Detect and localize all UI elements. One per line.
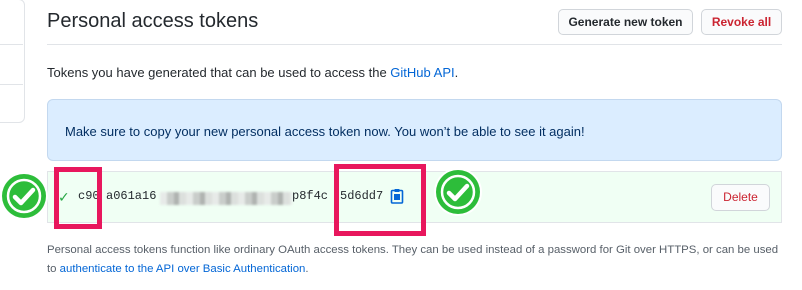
- generate-new-token-button[interactable]: Generate new token: [558, 9, 693, 35]
- check-circle-icon: [0, 170, 50, 227]
- token-partial: a061a16: [106, 189, 157, 203]
- page-title: Personal access tokens: [47, 10, 259, 32]
- header-divider: [47, 44, 782, 45]
- flash-notice: Make sure to copy your new personal acce…: [47, 99, 782, 161]
- delete-token-button[interactable]: Delete: [711, 184, 770, 211]
- footnote-text: Personal access tokens function like ord…: [47, 241, 787, 279]
- intro-label: Tokens you have generated that can be us…: [47, 65, 391, 80]
- intro-suffix: .: [454, 65, 459, 80]
- highlight-box: [54, 167, 102, 229]
- sidebar-divider: [0, 44, 23, 45]
- settings-sidebar: [0, 0, 25, 123]
- flash-message: Make sure to copy your new personal acce…: [65, 124, 585, 139]
- sidebar-divider: [0, 84, 23, 85]
- revoke-all-button[interactable]: Revoke all: [701, 9, 782, 35]
- github-api-link[interactable]: GitHub API: [390, 65, 454, 80]
- basic-auth-link[interactable]: authenticate to the API over Basic Authe…: [60, 263, 306, 275]
- redacted-token-segment: [160, 192, 292, 205]
- intro-text: Tokens you have generated that can be us…: [47, 65, 458, 80]
- highlight-box: [334, 164, 426, 236]
- footnote-suffix: .: [305, 263, 309, 275]
- check-circle-icon: [432, 166, 484, 223]
- token-suffix: p8f4c: [292, 189, 329, 203]
